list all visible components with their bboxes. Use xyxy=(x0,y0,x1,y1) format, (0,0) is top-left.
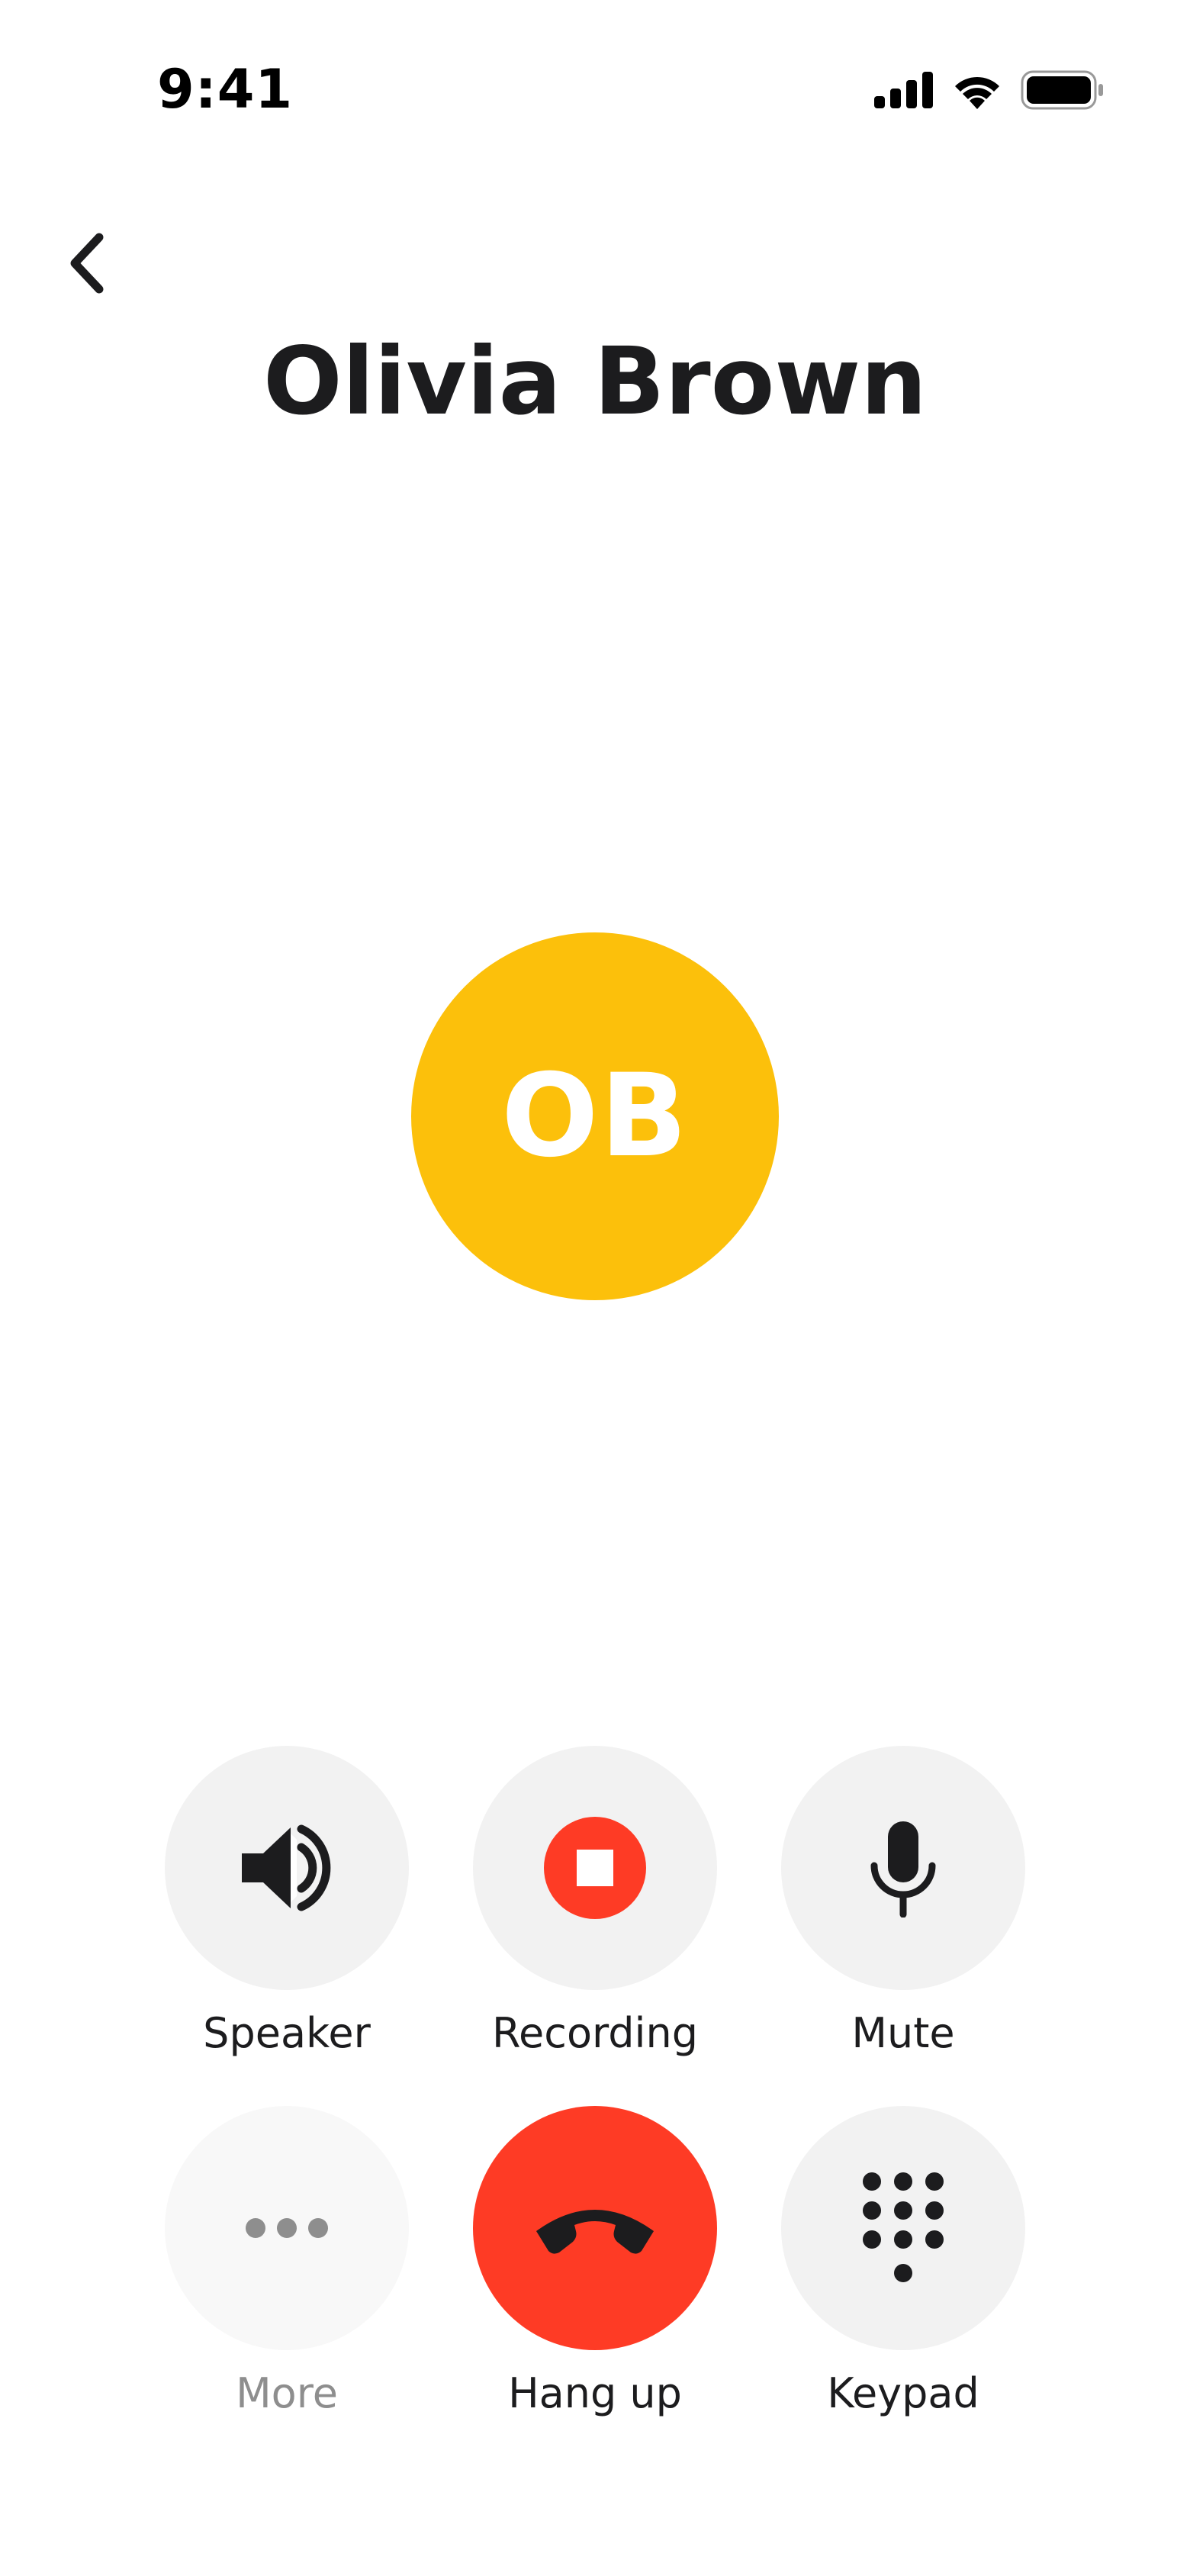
microphone-icon xyxy=(870,1821,936,1918)
speaker-label: Speaker xyxy=(203,2009,371,2057)
keypad-label: Keypad xyxy=(827,2369,979,2417)
keypad-button[interactable]: Keypad xyxy=(774,2106,1033,2420)
back-button[interactable] xyxy=(49,221,125,305)
mute-button[interactable]: Mute xyxy=(774,1746,1033,2060)
more-circle[interactable] xyxy=(165,2106,409,2350)
status-time: 9:41 xyxy=(157,58,294,121)
avatar-initials: OB xyxy=(501,1050,689,1183)
hang-up-label: Hang up xyxy=(508,2369,682,2417)
keypad-circle[interactable] xyxy=(781,2106,1025,2350)
chevron-left-icon xyxy=(70,233,104,294)
avatar: OB xyxy=(411,932,779,1300)
recording-label: Recording xyxy=(491,2009,699,2057)
more-button[interactable]: More xyxy=(157,2106,416,2420)
speaker-circle[interactable] xyxy=(165,1746,409,1990)
hang-up-button[interactable]: Hang up xyxy=(465,2106,725,2420)
hang-up-circle[interactable] xyxy=(473,2106,717,2350)
status-bar: 9:41 xyxy=(0,0,1190,175)
hang-up-phone-icon xyxy=(536,2210,654,2254)
wifi-icon xyxy=(955,76,999,109)
stop-recording-icon xyxy=(544,1817,646,1919)
more-label: More xyxy=(236,2369,338,2417)
cellular-signal-icon xyxy=(874,72,933,108)
more-dots-icon xyxy=(246,2218,328,2238)
recording-circle[interactable] xyxy=(473,1746,717,1990)
speaker-button[interactable]: Speaker xyxy=(157,1746,416,2060)
recording-button[interactable]: Recording xyxy=(465,1746,725,2060)
mute-label: Mute xyxy=(851,2009,955,2057)
contact-name: Olivia Brown xyxy=(262,327,928,436)
mute-circle[interactable] xyxy=(781,1746,1025,1990)
keypad-icon xyxy=(863,2172,944,2282)
battery-icon xyxy=(1021,70,1103,110)
speaker-icon xyxy=(242,1824,331,1911)
status-icons xyxy=(874,67,1105,113)
